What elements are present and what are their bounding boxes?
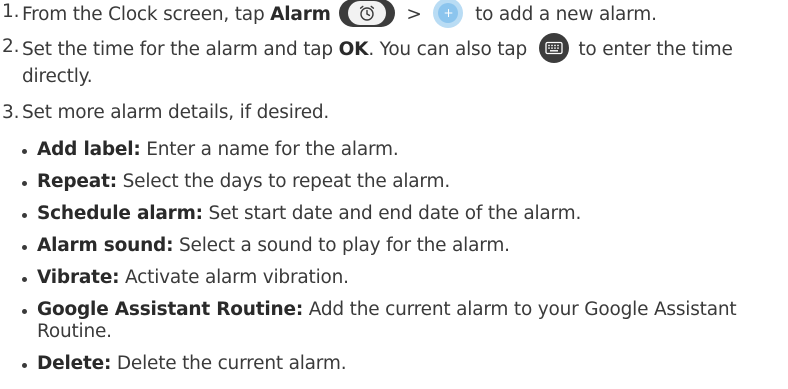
step-1: 1. From the Clock screen, tap Alarm > + …	[2, 0, 788, 35]
list-item: Delete: Delete the current alarm.	[22, 353, 788, 375]
list-item: Google Assistant Routine: Add the curren…	[22, 299, 788, 343]
list-item: Schedule alarm: Set start date and end d…	[22, 203, 788, 225]
step-text: Set more alarm details, if desired.	[22, 102, 330, 123]
detail-description: Enter a name for the alarm.	[140, 139, 399, 160]
detail-term: Delete:	[37, 353, 112, 374]
alarm-details-list: Add label: Enter a name for the alarm. R…	[2, 139, 788, 375]
step-text: Set the time for the alarm and tap OK. Y…	[22, 33, 788, 89]
list-item: Add label: Enter a name for the alarm.	[22, 139, 788, 161]
step-2-text-start: Set the time for the alarm and tap	[22, 39, 339, 60]
step-2-text-mid: . You can also tap	[368, 39, 533, 60]
detail-term: Repeat:	[37, 171, 117, 192]
list-item: Vibrate: Activate alarm vibration.	[22, 267, 788, 289]
keyboard-icon	[538, 33, 569, 63]
step-1-text-start: From the Clock screen, tap	[22, 4, 271, 25]
detail-description: Set start date and end date of the alarm…	[202, 203, 582, 224]
detail-description: Select a sound to play for the alarm.	[173, 235, 510, 256]
detail-description: Delete the current alarm.	[111, 353, 347, 374]
add-icon: +	[433, 0, 464, 28]
step-1-separator: >	[400, 4, 428, 25]
step-3: 3. Set more alarm details, if desired.	[2, 101, 788, 139]
step-number: 3.	[2, 102, 20, 123]
list-item: Repeat: Select the days to repeat the al…	[22, 171, 788, 193]
detail-term: Alarm sound:	[37, 235, 174, 256]
alarm-clock-icon	[338, 0, 395, 27]
detail-description: Select the days to repeat the alarm.	[116, 171, 451, 192]
alarm-tab-label: Alarm	[270, 4, 331, 25]
step-number: 1.	[2, 1, 20, 22]
step-2: 2. Set the time for the alarm and tap OK…	[2, 33, 788, 101]
alarm-instructions: 1. From the Clock screen, tap Alarm > + …	[0, 0, 788, 389]
detail-term: Schedule alarm:	[37, 203, 203, 224]
detail-description: Activate alarm vibration.	[119, 267, 349, 288]
step-text: From the Clock screen, tap Alarm > + to …	[22, 0, 788, 30]
detail-term: Google Assistant Routine:	[37, 299, 304, 320]
detail-term: Add label:	[37, 139, 141, 160]
step-1-text-end: to add a new alarm.	[469, 4, 657, 25]
ok-label: OK	[338, 39, 369, 60]
detail-term: Vibrate:	[37, 267, 120, 288]
list-item: Alarm sound: Select a sound to play for …	[22, 235, 788, 257]
step-number: 2.	[2, 36, 20, 57]
